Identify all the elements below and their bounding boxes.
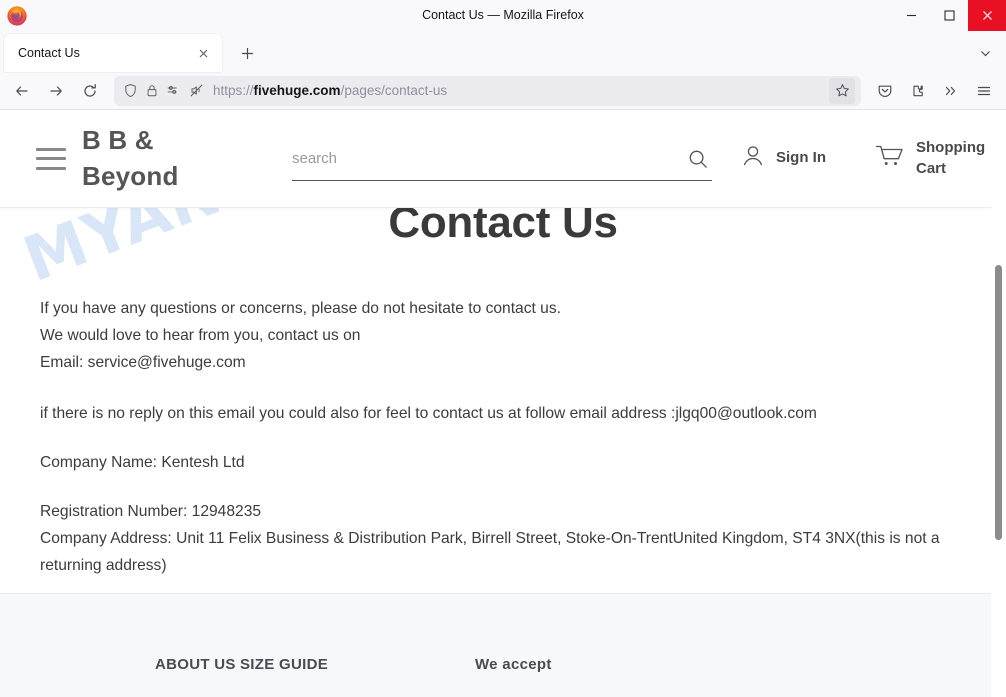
navigation-toolbar: https://fivehuge.com/pages/contact-us (0, 72, 1006, 110)
forward-arrow-icon[interactable] (40, 76, 72, 106)
title-bar: Contact Us — Mozilla Firefox (0, 0, 1006, 31)
reload-icon[interactable] (74, 76, 106, 106)
content-line-3: Email: service@fivehuge.com (40, 353, 246, 371)
site-footer: ABOUT US SIZE GUIDE We accept (0, 593, 1006, 697)
site-header: B B & Beyond search Sign In Shopping Car… (0, 110, 1006, 208)
footer-columns: ABOUT US SIZE GUIDE We accept (0, 594, 1006, 673)
footer-heading-we-accept: We accept (475, 656, 552, 673)
footer-heading-about-us[interactable]: ABOUT US (0, 656, 240, 673)
content-line-1: If you have any questions or concerns, p… (40, 300, 561, 317)
sign-in-link[interactable]: Sign In (740, 142, 844, 175)
window-title: Contact Us — Mozilla Firefox (422, 8, 584, 22)
header-actions: Sign In Shopping Cart (712, 138, 986, 179)
list-all-tabs-button[interactable] (968, 38, 1002, 68)
permissions-icon[interactable] (166, 83, 182, 98)
contact-content: If you have any questions or concerns, p… (0, 296, 1006, 580)
new-tab-button[interactable] (232, 38, 262, 68)
shopping-cart-link[interactable]: Shopping Cart (874, 138, 986, 179)
close-tab-icon[interactable] (192, 42, 214, 64)
extensions-icon[interactable] (902, 76, 934, 106)
url-bar[interactable]: https://fivehuge.com/pages/contact-us (114, 75, 861, 106)
tab-label: Contact Us (18, 46, 80, 60)
content-line-6: Registration Number: 12948235 (40, 503, 262, 521)
content-line-7: Company Address: Unit 11 Felix Business … (40, 529, 940, 574)
tab-strip: Contact Us (0, 31, 1006, 72)
page-scrollbar-thumb[interactable] (995, 265, 1002, 540)
search-field[interactable] (292, 145, 712, 181)
site-identity-icons (123, 83, 204, 98)
url-domain: fivehuge.com (253, 83, 341, 98)
content-line-4: if there is no reply on this email you c… (40, 405, 817, 423)
tracking-protection-shield-icon[interactable] (123, 83, 138, 98)
footer-heading-size-guide[interactable]: SIZE GUIDE (240, 656, 475, 673)
content-line-5: Company Name: Kentesh Ltd (40, 454, 245, 472)
shopping-cart-label: Shopping Cart (916, 139, 986, 177)
close-button[interactable] (968, 0, 1006, 31)
content-line-2: We would love to hear from you, contact … (40, 326, 361, 344)
browser-tab[interactable]: Contact Us (4, 34, 222, 72)
padlock-icon[interactable] (145, 83, 159, 98)
user-icon (740, 142, 766, 175)
browser-window: Contact Us — Mozilla Firefox Contact Us (0, 0, 1006, 697)
maximize-button[interactable] (930, 0, 968, 31)
site-brand[interactable]: B B & Beyond (82, 123, 242, 193)
url-scheme: https:// (213, 83, 254, 98)
autoplay-blocked-icon[interactable] (189, 83, 204, 98)
bookmark-star-icon[interactable] (829, 77, 855, 104)
url-path: /pages/contact-us (340, 83, 448, 98)
firefox-logo-icon (7, 5, 27, 26)
overflow-chevrons-icon[interactable] (935, 76, 967, 106)
pocket-icon[interactable] (869, 76, 901, 106)
hamburger-menu-icon[interactable] (968, 76, 1000, 106)
page-viewport: Contact Us If you have any questions or … (0, 110, 1006, 697)
window-controls (892, 0, 1006, 31)
back-arrow-icon[interactable] (6, 76, 38, 106)
toolbar-right-buttons (869, 76, 1000, 106)
search-input[interactable] (292, 150, 684, 167)
site-menu-icon[interactable] (36, 147, 66, 170)
url-text: https://fivehuge.com/pages/contact-us (213, 83, 824, 98)
shopping-cart-icon (874, 142, 906, 175)
minimize-button[interactable] (892, 0, 930, 31)
search-icon[interactable] (684, 145, 712, 173)
sign-in-label: Sign In (776, 149, 826, 167)
